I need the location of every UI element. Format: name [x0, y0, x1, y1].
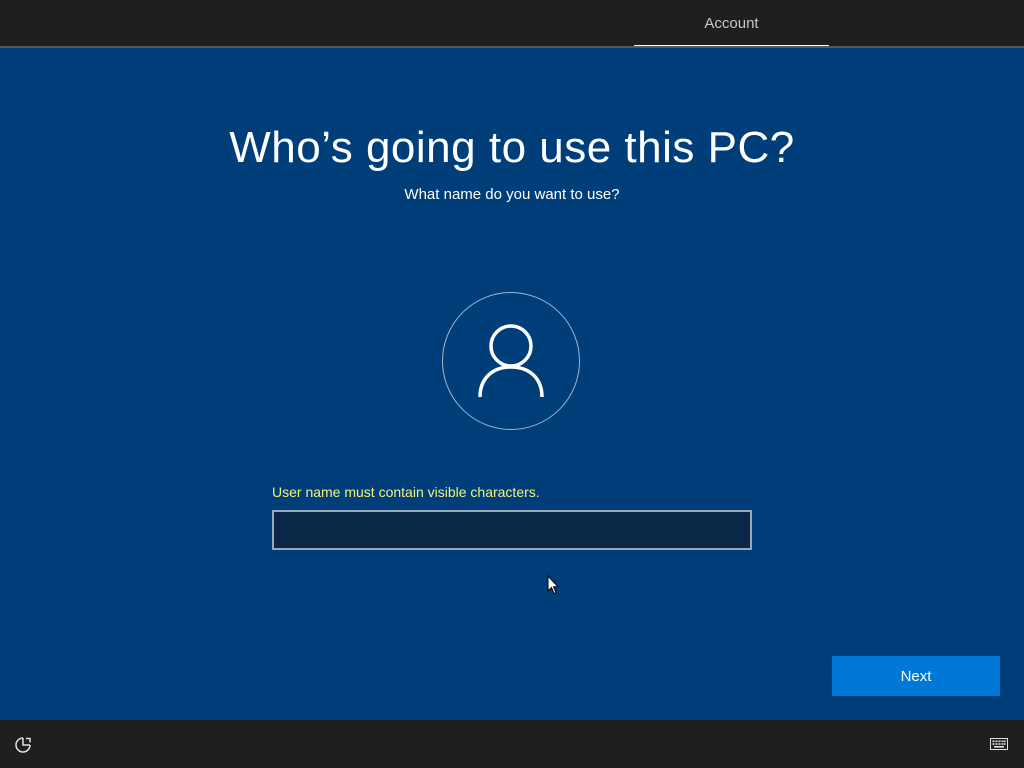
- username-input[interactable]: [272, 510, 752, 550]
- ease-of-access-icon[interactable]: [14, 736, 32, 754]
- user-icon: [478, 324, 544, 398]
- mouse-pointer-icon: [547, 575, 559, 595]
- username-error-message: User name must contain visible character…: [272, 484, 540, 500]
- next-button-label: Next: [900, 667, 932, 685]
- page-title: Who’s going to use this PC?: [229, 123, 795, 172]
- tab-account-label: Account: [704, 14, 759, 32]
- tab-account[interactable]: Account: [634, 0, 829, 46]
- page-subtitle: What name do you want to use?: [404, 186, 620, 203]
- top-bar: Account: [0, 0, 1024, 48]
- bottom-bar: [0, 720, 1024, 768]
- avatar: [442, 292, 580, 430]
- keyboard-icon[interactable]: [990, 738, 1008, 750]
- next-button[interactable]: Next: [832, 656, 1000, 696]
- main-panel: Who’s going to use this PC? What name do…: [0, 48, 1024, 720]
